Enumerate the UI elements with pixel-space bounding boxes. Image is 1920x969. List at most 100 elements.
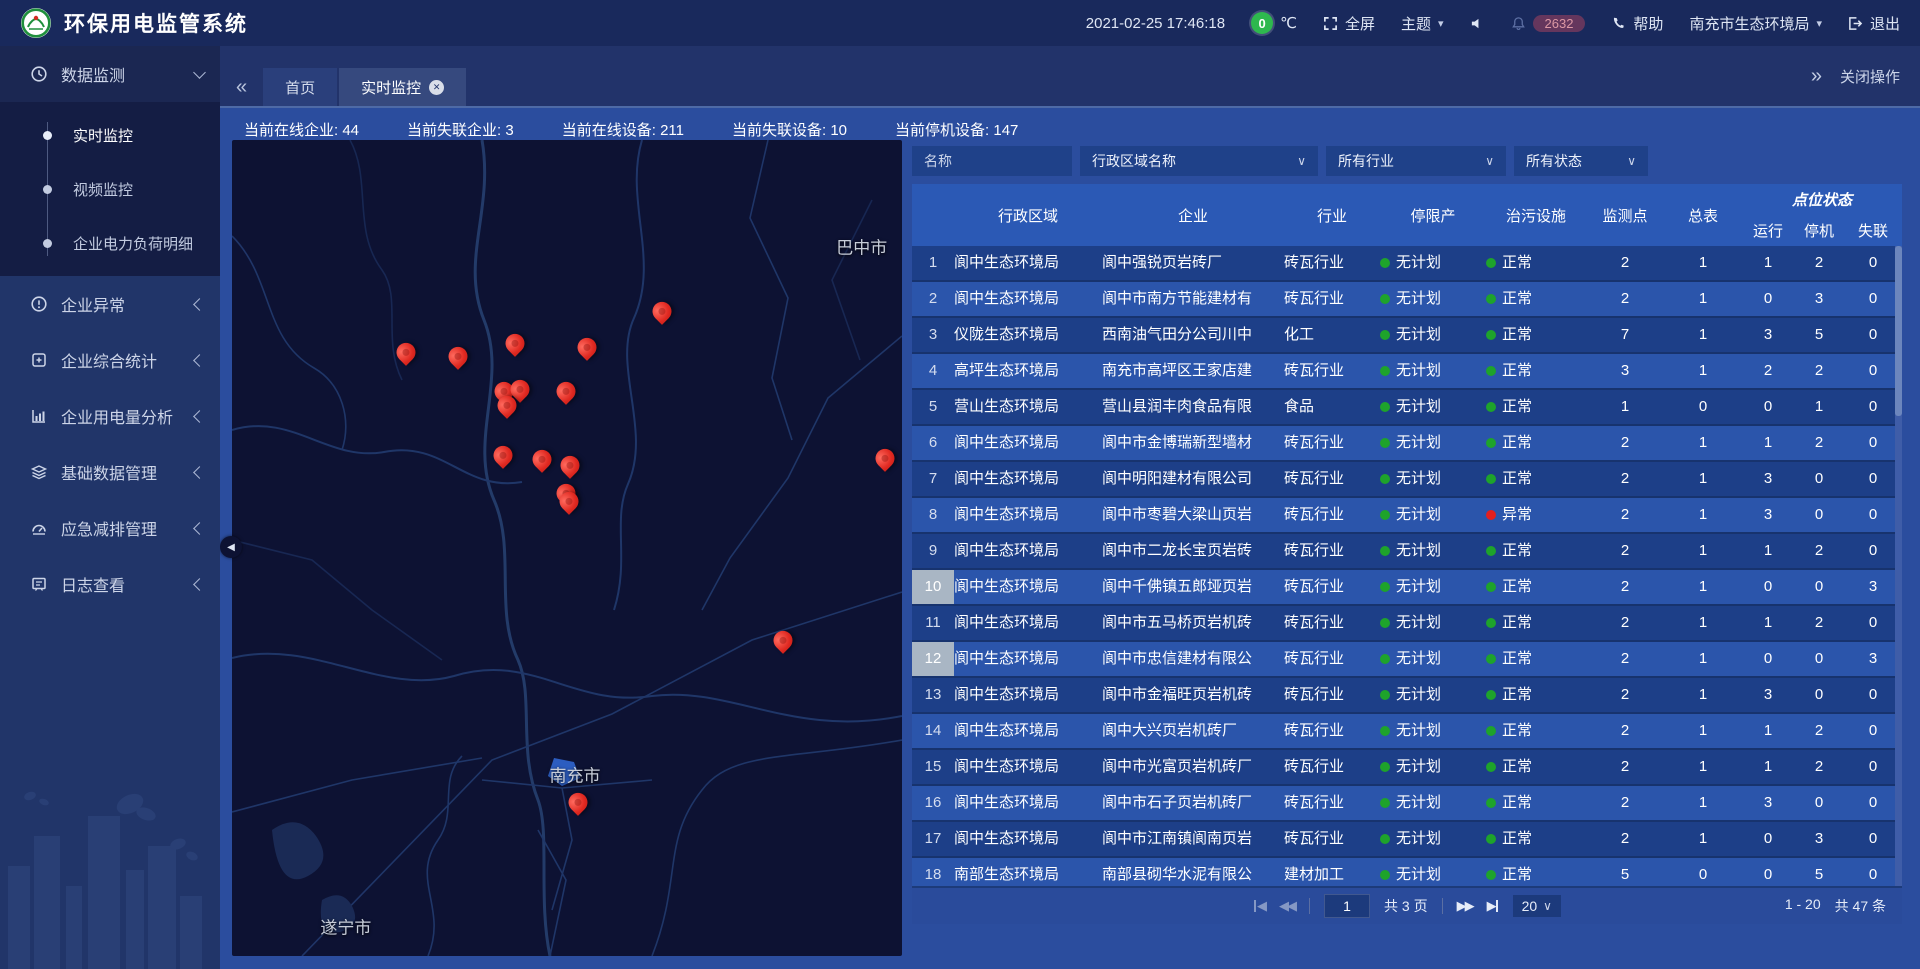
table-row-12[interactable]: 12阆中生态环境局阆中市忠信建材有限公砖瓦行业无计划正常21003	[912, 642, 1902, 678]
cell-facility-status: 异常	[1486, 498, 1586, 532]
chevron-left-icon	[193, 578, 206, 591]
table-row-4[interactable]: 4高坪生态环境局南充市高坪区王家店建砖瓦行业无计划正常31220	[912, 354, 1902, 390]
close-operations-button[interactable]: 关闭操作	[1840, 66, 1900, 87]
stat-item-1: 当前失联企业: 3	[407, 119, 514, 140]
table-scrollbar[interactable]	[1895, 246, 1902, 886]
cell-meters: 1	[1664, 714, 1742, 748]
table-row-10[interactable]: 10阆中生态环境局阆中千佛镇五郎垭页岩砖瓦行业无计划正常21003	[912, 570, 1902, 606]
sidebar-subitem-0[interactable]: 实时监控	[0, 108, 220, 162]
logout-button[interactable]: 退出	[1848, 13, 1900, 34]
table-row-5[interactable]: 5营山生态环境局营山县润丰肉食品有限食品无计划正常10010	[912, 390, 1902, 426]
close-icon[interactable]: ✕	[429, 80, 444, 95]
table-row-11[interactable]: 11阆中生态环境局阆中市五马桥页岩机砖砖瓦行业无计划正常21120	[912, 606, 1902, 642]
cell-company: 阆中市忠信建材有限公	[1102, 642, 1284, 676]
map-pin-2[interactable]	[501, 329, 528, 356]
theme-dropdown[interactable]: 主题▾	[1401, 13, 1444, 34]
map-pin-11[interactable]	[557, 452, 584, 479]
cell-industry: 砖瓦行业	[1284, 786, 1380, 820]
cell-meters: 1	[1664, 282, 1742, 316]
sidebar-item-1[interactable]: 企业异常	[0, 276, 220, 332]
name-search-input[interactable]	[912, 146, 1072, 176]
table-row-14[interactable]: 14阆中生态环境局阆中大兴页岩机砖厂砖瓦行业无计划正常21120	[912, 714, 1902, 750]
status-dot-icon	[1380, 330, 1390, 340]
sidebar-item-4[interactable]: 基础数据管理	[0, 444, 220, 500]
help-button[interactable]: 帮助	[1611, 13, 1663, 34]
chevron-down-icon: ∨	[1485, 154, 1494, 168]
sidebar-item-6[interactable]: 日志查看	[0, 556, 220, 612]
cell-limit-status: 无计划	[1380, 678, 1486, 712]
speaker-button[interactable]	[1470, 16, 1485, 31]
map-panel[interactable]: 巴中市南充市遂宁市	[232, 140, 902, 956]
industry-select[interactable]: 所有行业∨	[1326, 146, 1506, 176]
sidebar-subitem-2[interactable]: 企业电力负荷明细	[0, 216, 220, 270]
log-icon	[30, 575, 48, 593]
table-row-9[interactable]: 9阆中生态环境局阆中市二龙长宝页岩砖砖瓦行业无计划正常21120	[912, 534, 1902, 570]
map-pin-9[interactable]	[489, 442, 516, 469]
status-dot-icon	[1486, 294, 1496, 304]
tab-0[interactable]: 首页	[263, 68, 337, 106]
col-header-6: 监测点	[1586, 205, 1664, 226]
table-row-16[interactable]: 16阆中生态环境局阆中市石子页岩机砖厂砖瓦行业无计划正常21300	[912, 786, 1902, 822]
map-collapse-button[interactable]: ◀	[220, 536, 242, 558]
sidebar-item-3[interactable]: 企业用电量分析	[0, 388, 220, 444]
table-row-8[interactable]: 8阆中生态环境局阆中市枣碧大梁山页岩砖瓦行业无计划异常21300	[912, 498, 1902, 534]
first-page-button[interactable]: ◀	[1253, 898, 1265, 914]
sidebar-subitem-1[interactable]: 视频监控	[0, 162, 220, 216]
page-range-label: 1 - 20	[1785, 896, 1821, 916]
map-pin-0[interactable]	[392, 338, 419, 365]
prev-page-button[interactable]: ◀◀	[1279, 898, 1295, 914]
table-row-13[interactable]: 13阆中生态环境局阆中市金福旺页岩机砖砖瓦行业无计划正常21300	[912, 678, 1902, 714]
page-number-input[interactable]	[1324, 894, 1370, 918]
col-header-2: 企业	[1102, 205, 1284, 226]
tabs-scroll-right-icon[interactable]: »	[1811, 65, 1822, 88]
stat-value: 3	[505, 122, 513, 139]
tabs-scroll-left-icon[interactable]: «	[220, 68, 263, 106]
cell-limit-status: 无计划	[1380, 426, 1486, 460]
cell-facility-status: 正常	[1486, 750, 1586, 784]
next-page-button[interactable]: ▶▶	[1457, 898, 1473, 914]
filter-bar: 行政区域名称∨ 所有行业∨ 所有状态∨	[912, 146, 1902, 176]
table-row-3[interactable]: 3仪陇生态环境局西南油气田分公司川中化工无计划正常71350	[912, 318, 1902, 354]
table-row-2[interactable]: 2阆中生态环境局阆中市南方节能建材有砖瓦行业无计划正常21030	[912, 282, 1902, 318]
map-pin-10[interactable]	[529, 446, 556, 473]
map-pin-1[interactable]	[445, 343, 472, 370]
row-number: 16	[912, 786, 954, 820]
fullscreen-button[interactable]: 全屏	[1323, 13, 1375, 34]
map-pin-14[interactable]	[871, 445, 898, 472]
page-size-select[interactable]: 20∨	[1513, 895, 1561, 917]
cell-running: 3	[1742, 498, 1794, 532]
notification-button[interactable]: 2632	[1511, 15, 1586, 32]
app-header: 环保用电监管系统 2021-02-25 17:46:18 0 ℃ 全屏 主题▾ …	[0, 0, 1920, 46]
chevron-down-icon: ▾	[1816, 17, 1822, 30]
table-row-1[interactable]: 1阆中生态环境局阆中强锐页岩砖厂砖瓦行业无计划正常21120	[912, 246, 1902, 282]
region-select[interactable]: 行政区域名称∨	[1080, 146, 1318, 176]
table-row-7[interactable]: 7阆中生态环境局阆中明阳建材有限公司砖瓦行业无计划正常21300	[912, 462, 1902, 498]
table-row-18[interactable]: 18南部生态环境局南部县砌华水泥有限公建材加工无计划正常50050	[912, 858, 1902, 886]
chevron-left-icon	[193, 522, 206, 535]
org-dropdown[interactable]: 南充市生态环境局▾	[1689, 13, 1822, 34]
map-pin-4[interactable]	[649, 298, 676, 325]
tab-1[interactable]: 实时监控✕	[339, 68, 466, 106]
table-row-6[interactable]: 6阆中生态环境局阆中市金博瑞新型墙材砖瓦行业无计划正常21120	[912, 426, 1902, 462]
map-pin-15[interactable]	[770, 627, 797, 654]
table-row-15[interactable]: 15阆中生态环境局阆中市光富页岩机砖厂砖瓦行业无计划正常21120	[912, 750, 1902, 786]
cell-stopped: 0	[1794, 642, 1844, 676]
sidebar-item-0[interactable]: 数据监测	[0, 46, 220, 102]
notification-count-badge: 2632	[1533, 15, 1586, 32]
cell-limit-status: 无计划	[1380, 750, 1486, 784]
sidebar-item-2[interactable]: 企业综合统计	[0, 332, 220, 388]
map-pin-16[interactable]	[565, 789, 592, 816]
sidebar-item-5[interactable]: 应急减排管理	[0, 500, 220, 556]
cell-industry: 砖瓦行业	[1284, 282, 1380, 316]
map-pin-7[interactable]	[553, 378, 580, 405]
stat-label: 当前失联企业:	[407, 122, 505, 139]
cell-limit-status: 无计划	[1380, 642, 1486, 676]
table-row-17[interactable]: 17阆中生态环境局阆中市江南镇阆南页岩砖瓦行业无计划正常21030	[912, 822, 1902, 858]
map-pin-3[interactable]	[574, 334, 601, 361]
status-select[interactable]: 所有状态∨	[1514, 146, 1648, 176]
cell-stopped: 3	[1794, 282, 1844, 316]
map-city-label: 巴中市	[836, 234, 887, 259]
last-page-button[interactable]: ▶	[1487, 898, 1499, 914]
cell-company: 南充市高坪区王家店建	[1102, 354, 1284, 388]
cell-industry: 砖瓦行业	[1284, 498, 1380, 532]
